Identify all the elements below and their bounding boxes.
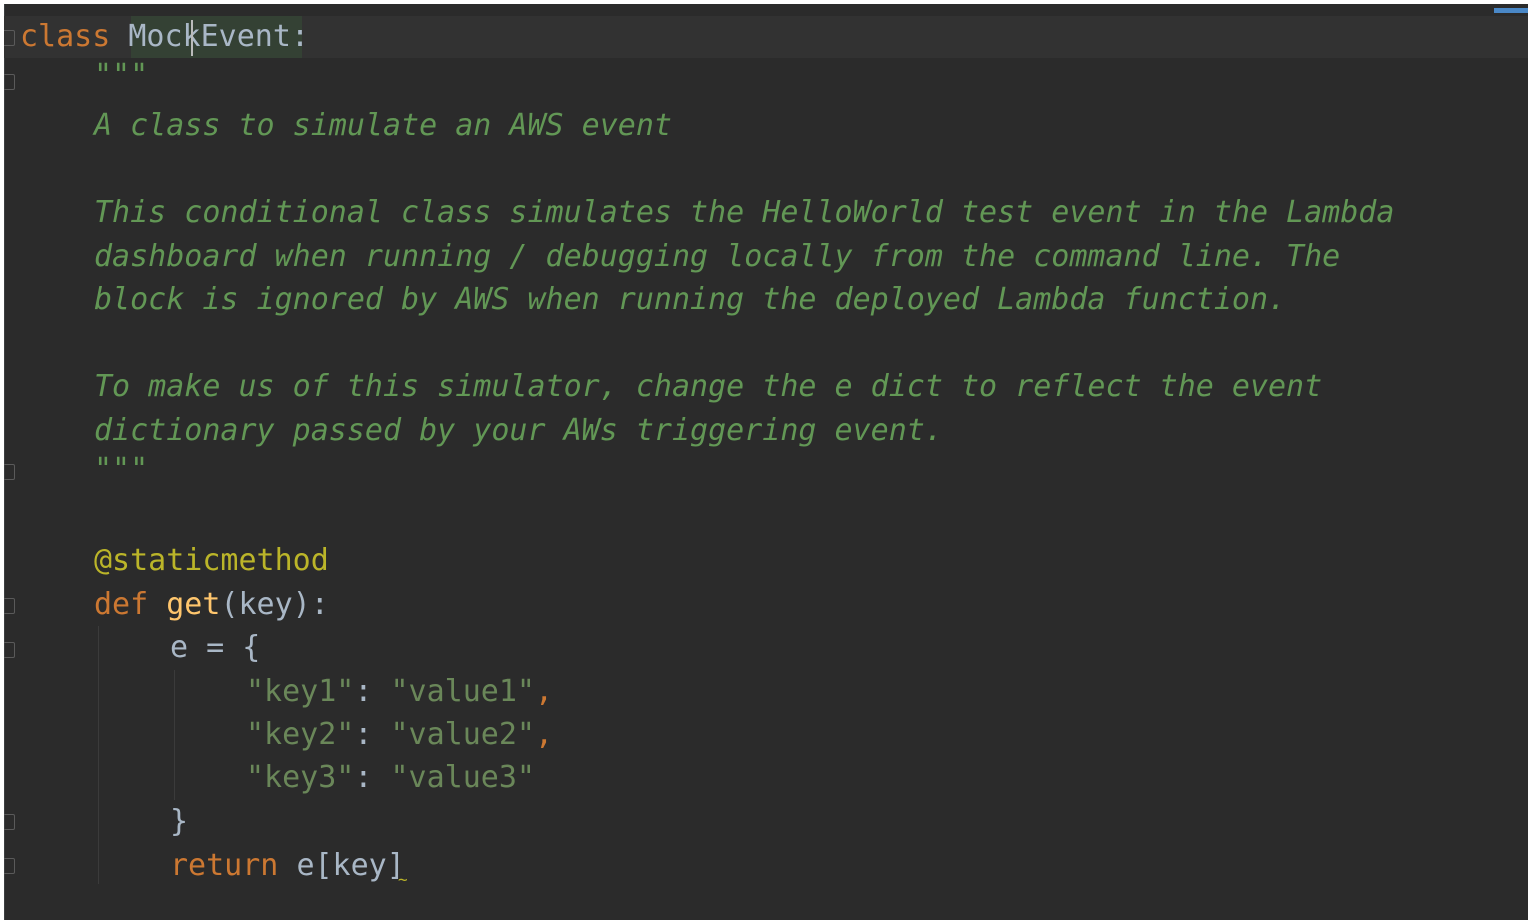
dict-value: "value3" bbox=[390, 760, 536, 795]
decorator: @staticmethod bbox=[94, 543, 329, 578]
dict-entry[interactable]: "key2": "value2", bbox=[246, 713, 553, 757]
gutter-border bbox=[4, 4, 5, 920]
fold-marker-icon[interactable] bbox=[4, 642, 15, 658]
warning-squiggle-icon: ~ bbox=[398, 870, 408, 889]
code-line-return[interactable]: return e[key] bbox=[170, 844, 405, 888]
return-expression: e[key] bbox=[296, 848, 405, 883]
fold-marker-icon[interactable] bbox=[4, 464, 15, 480]
function-params: (key): bbox=[220, 587, 329, 622]
code-editor[interactable]: class MockEvent: """ A class to simulate… bbox=[4, 4, 1528, 920]
docstring-line: dashboard when running / debugging local… bbox=[94, 239, 1341, 274]
dict-key: "key1" bbox=[246, 674, 355, 709]
dict-sep: : bbox=[354, 674, 391, 709]
scrollbar-marker[interactable] bbox=[1494, 8, 1528, 13]
code-line-assign[interactable]: e = { bbox=[170, 626, 260, 670]
fold-marker-icon[interactable] bbox=[4, 74, 15, 90]
class-name: MockEvent bbox=[128, 19, 291, 54]
docstring-open: """ bbox=[94, 58, 149, 93]
fold-marker-icon[interactable] bbox=[4, 30, 15, 46]
dict-key: "key2" bbox=[246, 717, 355, 752]
dict-sep: : bbox=[354, 760, 391, 795]
dict-value: "value1" bbox=[390, 674, 536, 709]
dict-value: "value2" bbox=[390, 717, 536, 752]
dict-key: "key3" bbox=[246, 760, 355, 795]
code-line-class-def[interactable]: class MockEvent: bbox=[20, 15, 309, 59]
fold-marker-icon[interactable] bbox=[4, 598, 15, 614]
docstring-line: block is ignored by AWS when running the… bbox=[94, 282, 1287, 317]
text-caret bbox=[191, 20, 193, 56]
docstring-line: To make us of this simulator, change the… bbox=[94, 369, 1323, 404]
class-keyword: class bbox=[20, 19, 111, 54]
function-name: get bbox=[166, 587, 221, 622]
docstring-line: This conditional class simulates the Hel… bbox=[94, 195, 1395, 230]
return-keyword: return bbox=[170, 848, 279, 883]
docstring-close: """ bbox=[94, 452, 149, 487]
indent-guide bbox=[98, 626, 99, 884]
dict-sep: : bbox=[354, 717, 391, 752]
fold-marker-icon[interactable] bbox=[4, 858, 15, 874]
docstring-line: A class to simulate an AWS event bbox=[94, 108, 672, 143]
dict-comma: , bbox=[535, 717, 554, 752]
dict-entry[interactable]: "key3": "value3" bbox=[246, 756, 535, 800]
def-keyword: def bbox=[94, 587, 149, 622]
code-line-def[interactable]: def get(key): bbox=[94, 583, 329, 627]
docstring-line: dictionary passed by your AWs triggering… bbox=[94, 413, 943, 448]
close-brace[interactable]: } bbox=[170, 800, 188, 844]
dict-comma: , bbox=[535, 674, 554, 709]
fold-marker-icon[interactable] bbox=[4, 814, 15, 830]
class-colon: : bbox=[290, 19, 309, 54]
indent-guide bbox=[174, 670, 175, 800]
dict-entry[interactable]: "key1": "value1", bbox=[246, 670, 553, 714]
